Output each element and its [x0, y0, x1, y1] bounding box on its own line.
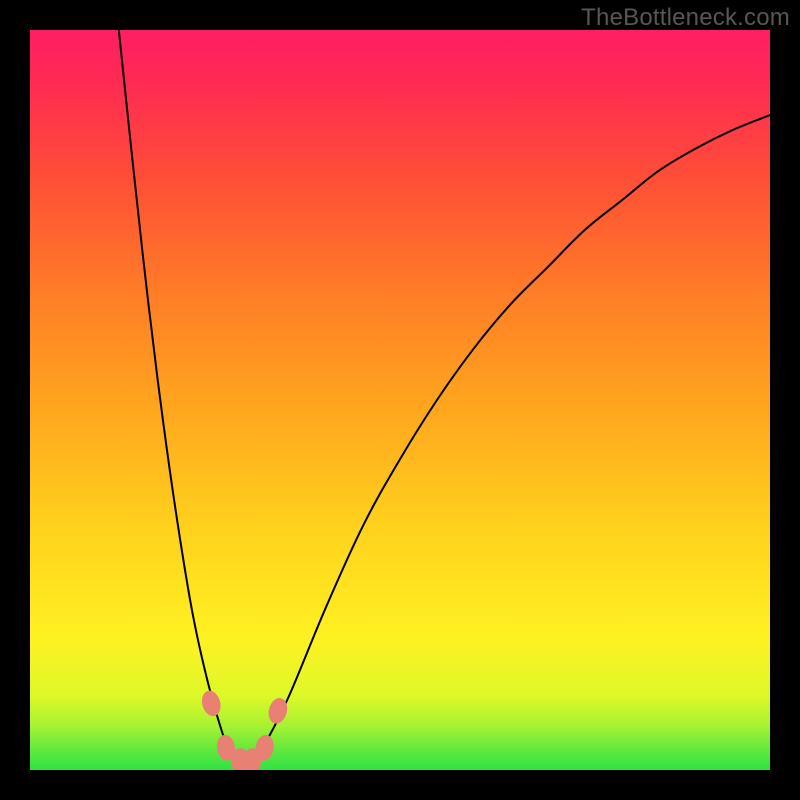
- bottleneck-chart: [30, 30, 770, 770]
- plot-background: [30, 30, 770, 770]
- watermark-text: TheBottleneck.com: [581, 4, 790, 32]
- chart-frame: TheBottleneck.com: [0, 0, 800, 800]
